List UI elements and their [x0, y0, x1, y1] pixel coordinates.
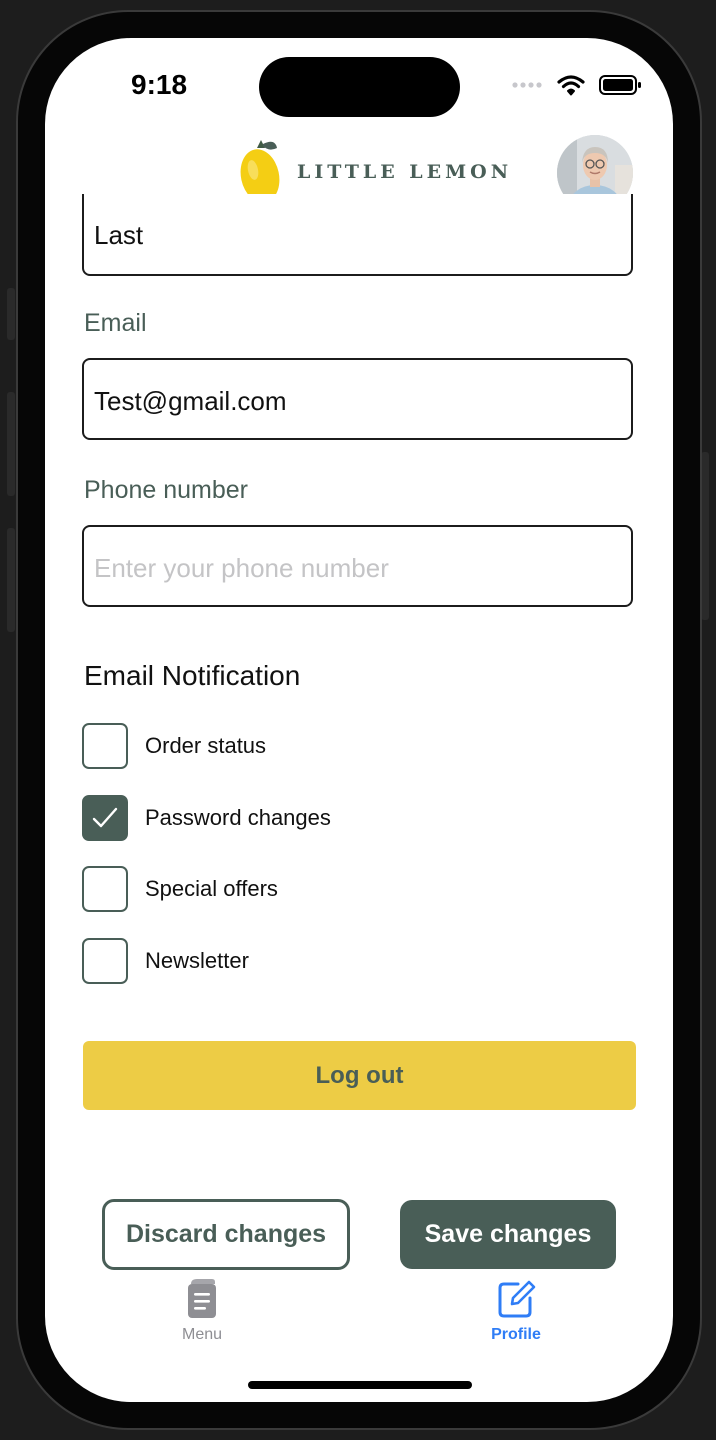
- home-indicator: [248, 1381, 472, 1389]
- dynamic-island: [259, 57, 460, 117]
- email-notification-title: Email Notification: [84, 660, 301, 691]
- checkbox-password-changes[interactable]: Password changes: [82, 793, 331, 843]
- email-label: Email: [84, 309, 147, 337]
- phone-field[interactable]: Enter your phone number: [82, 525, 633, 607]
- checkbox-label: Special offers: [145, 876, 278, 901]
- checkbox-newsletter[interactable]: Newsletter: [82, 936, 249, 986]
- checkbox-order-status[interactable]: Order status: [82, 721, 266, 771]
- menu-book-icon: [188, 1279, 216, 1318]
- last-name-value: Last: [94, 220, 144, 250]
- last-name-field[interactable]: Last: [82, 194, 633, 276]
- phone-placeholder: Enter your phone number: [94, 553, 389, 583]
- edit-square-icon: [498, 1280, 536, 1318]
- checkbox[interactable]: [82, 723, 128, 769]
- checkbox[interactable]: [82, 866, 128, 912]
- volume-down-button: [7, 528, 15, 632]
- checkbox[interactable]: [82, 795, 128, 841]
- wifi-icon: [557, 75, 585, 96]
- checkmark-icon: [92, 807, 118, 828]
- power-button: [701, 452, 709, 620]
- battery-icon: [599, 75, 641, 95]
- action-button: [7, 288, 15, 340]
- phone-label: Phone number: [84, 476, 249, 504]
- checkbox-label: Password changes: [145, 805, 331, 830]
- checkbox-label: Order status: [145, 733, 267, 758]
- discard-changes-button[interactable]: Discard changes: [102, 1199, 350, 1270]
- checkbox-label: Newsletter: [145, 948, 249, 973]
- email-value: Test@gmail.com: [94, 386, 287, 416]
- tab-profile[interactable]: Profile: [456, 1278, 576, 1344]
- tab-profile-label: Profile: [491, 1326, 541, 1343]
- status-time: 9:18: [131, 69, 188, 100]
- tab-menu-label: Menu: [181, 1326, 223, 1343]
- logo-text: LITTLE LEMON: [297, 161, 513, 183]
- checkbox-special-offers[interactable]: Special offers: [82, 864, 278, 914]
- tab-menu[interactable]: Menu: [142, 1278, 262, 1344]
- cellular-signal-icon: [512, 82, 542, 88]
- volume-up-button: [7, 392, 15, 496]
- status-icons: [511, 74, 643, 96]
- app-screen: 9:18 LITTLE LEMON Last Email Test@gmail.…: [45, 38, 673, 1402]
- checkbox[interactable]: [82, 938, 128, 984]
- save-changes-button[interactable]: Save changes: [400, 1200, 616, 1269]
- logout-button[interactable]: Log out: [83, 1041, 636, 1110]
- email-field[interactable]: Test@gmail.com: [82, 358, 633, 440]
